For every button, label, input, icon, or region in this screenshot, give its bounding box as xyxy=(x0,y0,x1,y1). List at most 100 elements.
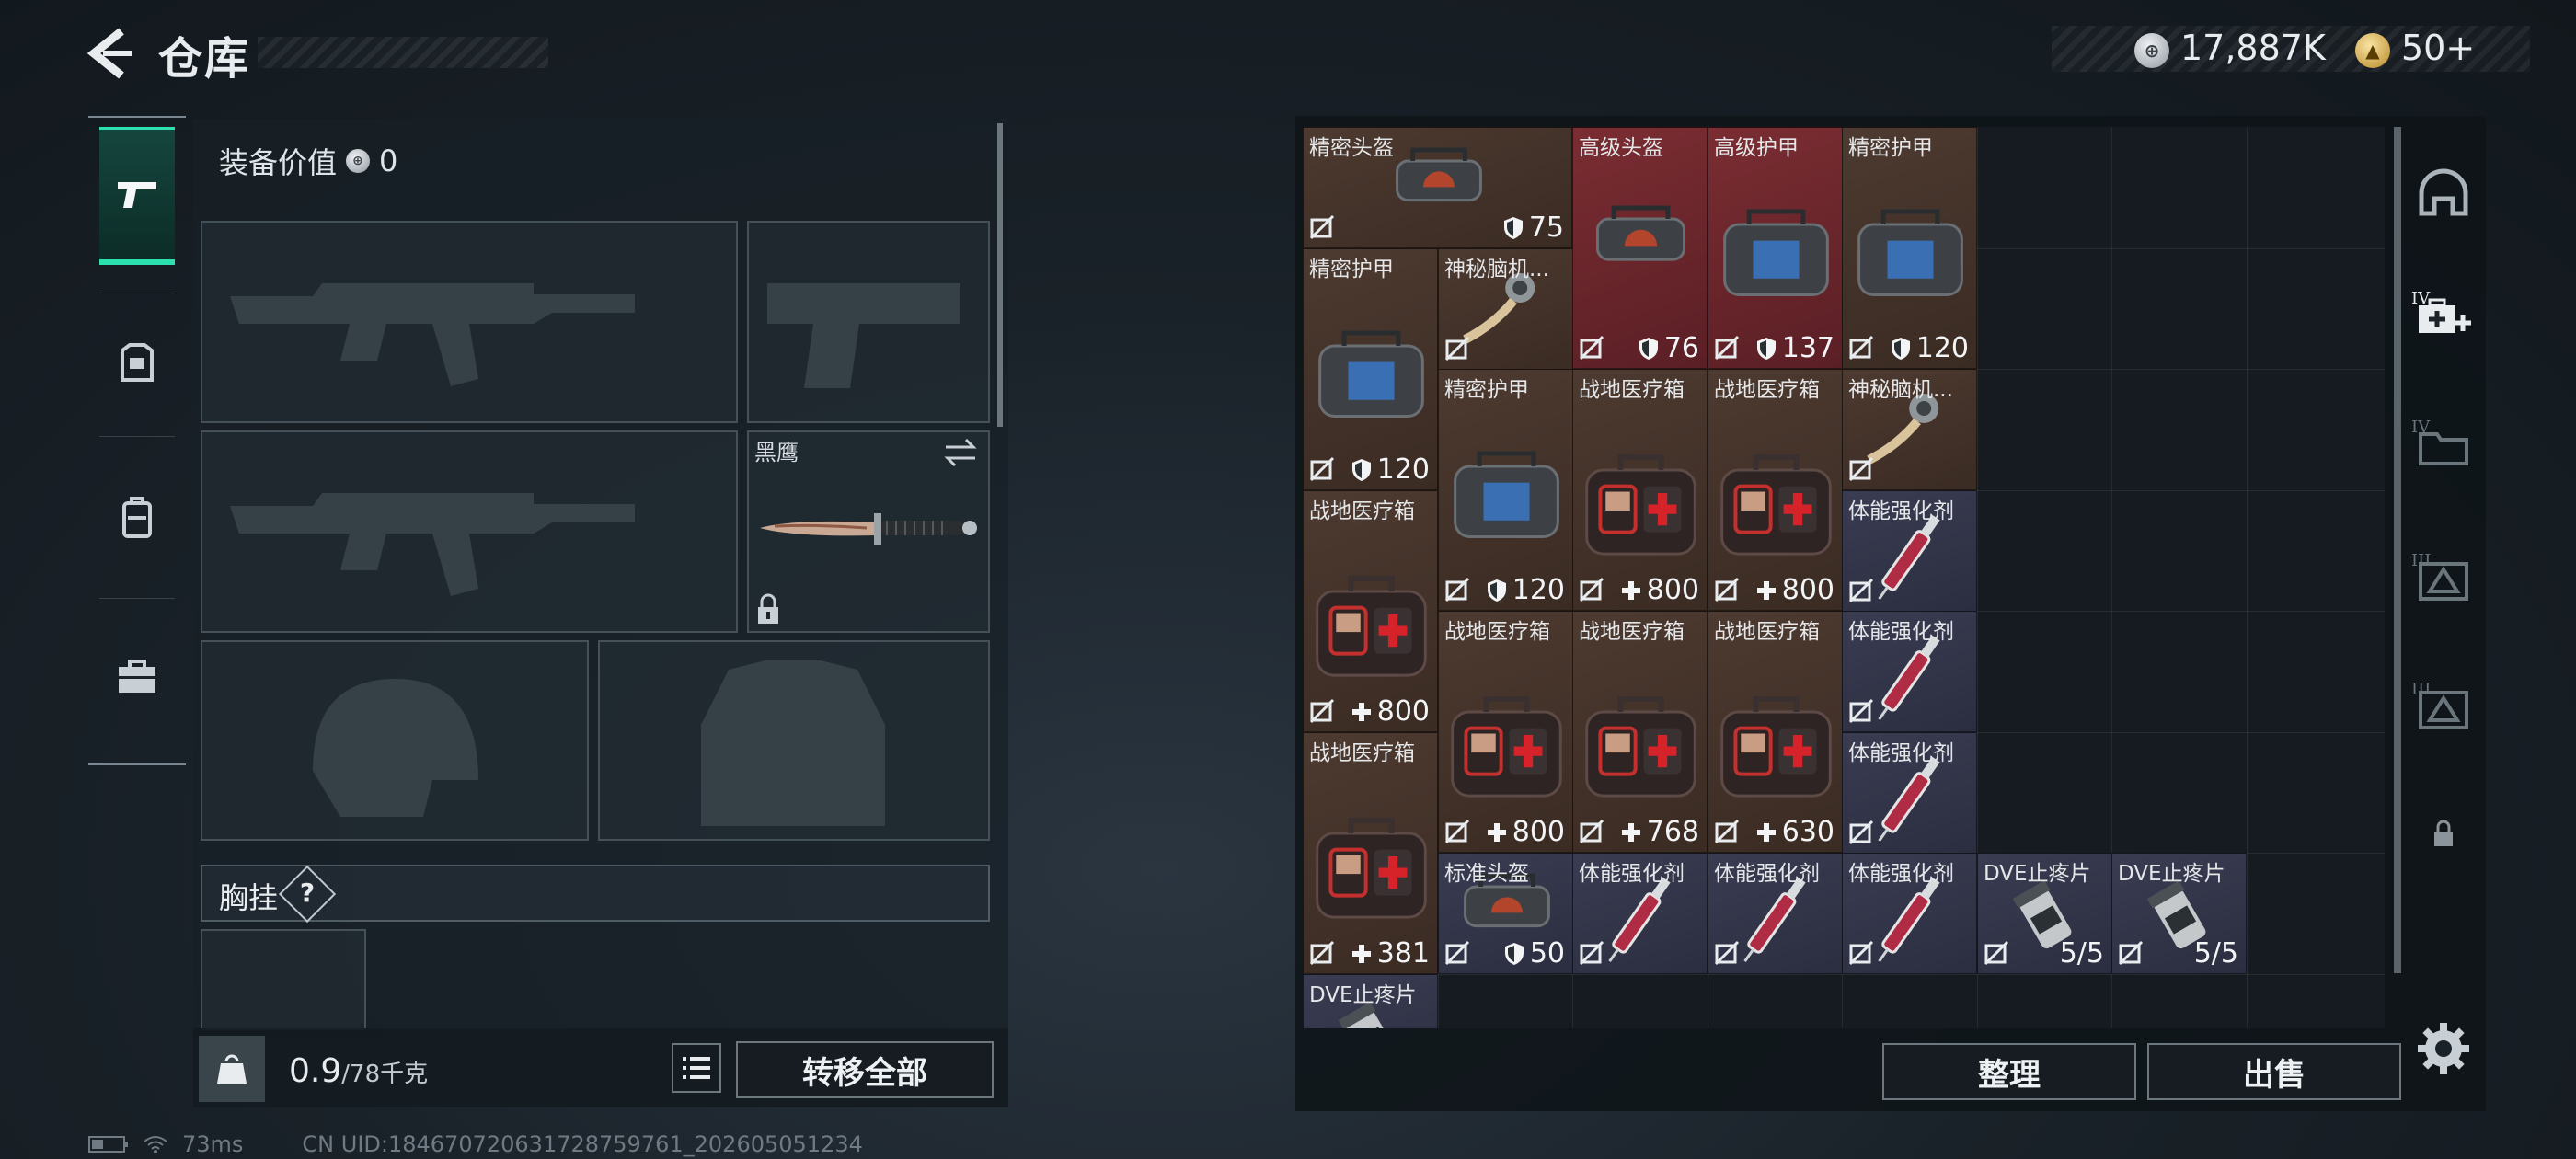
swap-icon[interactable] xyxy=(942,436,979,469)
storage-item[interactable]: DVE止疼片 5/5 xyxy=(2111,853,2247,974)
item-name: 体能强化剂 xyxy=(1848,741,1954,765)
item-value: 800 xyxy=(1621,574,1699,606)
pistol-icon xyxy=(118,181,156,208)
list-view-button[interactable] xyxy=(672,1043,721,1093)
folder-icon: IV xyxy=(2411,418,2468,465)
item-name: 精密护甲 xyxy=(1444,378,1529,402)
secondary-weapon-slot[interactable] xyxy=(747,221,990,423)
storage-item[interactable]: 体能强化剂 xyxy=(1572,853,1708,974)
storage-item[interactable]: 标准头盔 50 xyxy=(1438,853,1573,974)
weight-icon xyxy=(199,1036,265,1102)
helmet-slot[interactable] xyxy=(201,640,589,841)
storage-item[interactable]: 精密护甲 120 xyxy=(1303,248,1438,490)
transfer-all-button[interactable]: 转移全部 xyxy=(736,1041,994,1098)
item-value: 120 xyxy=(1487,574,1565,606)
storage-item[interactable]: 战地医疗箱 768 xyxy=(1572,611,1708,853)
tab-weapons[interactable] xyxy=(99,127,175,265)
storage-item[interactable]: 精密护甲 120 xyxy=(1842,127,1977,369)
storage-item[interactable]: 精密头盔 75 xyxy=(1303,127,1572,248)
item-value: 768 xyxy=(1621,816,1699,848)
heal-plus-icon xyxy=(1621,822,1640,842)
storage-item[interactable]: 战地医疗箱 800 xyxy=(1438,611,1573,853)
no-insure-icon xyxy=(1848,940,1874,966)
helmet-bag-icon xyxy=(1595,205,1686,261)
primary-weapon-slot-1[interactable] xyxy=(201,221,738,423)
item-value-text: 76 xyxy=(1663,332,1699,364)
storage-item[interactable]: 精密护甲 120 xyxy=(1438,369,1573,611)
rail-folder-button[interactable]: IV xyxy=(2407,405,2480,478)
no-insure-icon xyxy=(1714,577,1740,602)
rail-case-button-1[interactable]: III xyxy=(2407,538,2480,612)
item-value-text: 120 xyxy=(1512,574,1565,606)
medkit-icon xyxy=(1585,454,1696,556)
left-scrollbar[interactable] xyxy=(997,123,1003,427)
rail-locked-slot xyxy=(2407,797,2480,870)
tab-case[interactable] xyxy=(99,607,175,745)
back-arrow-icon[interactable] xyxy=(85,26,136,81)
armor-bag-icon xyxy=(1723,209,1829,297)
storage-item[interactable]: 体能强化剂 xyxy=(1842,732,1977,854)
equipment-value-label: 装备价值 xyxy=(219,145,338,180)
help-button[interactable]: ? xyxy=(287,872,328,912)
no-insure-icon xyxy=(1714,335,1740,361)
grid-line xyxy=(2247,127,2248,1028)
storage-item[interactable]: 战地医疗箱 381 xyxy=(1303,732,1438,974)
storage-item[interactable]: 战地医疗箱 800 xyxy=(1572,369,1708,611)
rail-helmet-button[interactable] xyxy=(2407,156,2480,230)
item-value: 5/5 xyxy=(2060,937,2104,970)
storage-item[interactable]: 体能强化剂 xyxy=(1842,853,1977,974)
title-decoration xyxy=(258,37,548,68)
helmet-silhouette-icon xyxy=(313,679,478,817)
silver-amount: 17,887K xyxy=(2180,28,2326,68)
armor-bag-icon xyxy=(1857,209,1963,297)
helmet-icon xyxy=(2419,168,2468,216)
rail-medkit-button[interactable]: IV xyxy=(2407,276,2480,350)
rifle-silhouette-icon xyxy=(230,493,635,596)
equipment-value: 装备价值 ⊕ 0 xyxy=(219,140,397,182)
triangle-case-icon: III xyxy=(2411,551,2468,601)
tab-armor[interactable] xyxy=(99,294,175,432)
no-insure-icon xyxy=(1579,577,1604,602)
item-value: 630 xyxy=(1756,816,1834,848)
item-name: 战地医疗箱 xyxy=(1309,741,1415,765)
settings-gear-icon[interactable] xyxy=(2416,1021,2471,1076)
armor-bag-icon xyxy=(1454,451,1559,539)
pistol-silhouette-icon xyxy=(767,283,960,388)
rifle-silhouette-icon xyxy=(230,283,635,386)
heal-plus-icon xyxy=(1487,822,1506,842)
sell-button[interactable]: 出售 xyxy=(2147,1043,2401,1100)
armor-slot[interactable] xyxy=(598,640,990,841)
sort-button[interactable]: 整理 xyxy=(1882,1043,2136,1100)
storage-item[interactable]: 体能强化剂 xyxy=(1842,611,1977,732)
storage-item[interactable]: 战地医疗箱 800 xyxy=(1708,369,1843,611)
rail-case-button-2[interactable]: III xyxy=(2407,667,2480,740)
storage-item[interactable]: 战地医疗箱 630 xyxy=(1708,611,1843,853)
chest-rig-slot[interactable] xyxy=(201,929,366,1030)
storage-item[interactable]: DVE止疼片 5/5 xyxy=(1977,853,2112,974)
no-insure-icon xyxy=(1714,819,1740,844)
item-value-text: 120 xyxy=(1915,332,1969,364)
storage-item[interactable]: 高级护甲 137 xyxy=(1708,127,1843,369)
storage-item[interactable]: 神秘脑机... xyxy=(1438,248,1573,370)
tab-backpack[interactable] xyxy=(99,449,175,587)
item-name: 精密护甲 xyxy=(1848,136,1933,160)
item-name: 高级头盔 xyxy=(1579,136,1663,160)
storage-item[interactable]: 高级头盔 76 xyxy=(1572,127,1708,369)
storage-item[interactable]: 体能强化剂 xyxy=(1842,490,1977,612)
item-value-text: 768 xyxy=(1646,816,1699,848)
storage-item[interactable]: 体能强化剂 xyxy=(1708,853,1843,974)
item-name: 神秘脑机... xyxy=(1444,258,1549,281)
right-scrollbar[interactable] xyxy=(2394,127,2401,973)
no-insure-icon xyxy=(1309,456,1335,482)
item-name: DVE止疼片 xyxy=(1984,862,2091,886)
item-name: 战地医疗箱 xyxy=(1714,378,1820,402)
no-insure-icon xyxy=(1714,940,1740,966)
item-value: 50 xyxy=(1504,937,1565,970)
no-insure-icon xyxy=(1444,940,1470,966)
storage-item[interactable]: DVE止疼片 xyxy=(1303,974,1438,1028)
storage-item[interactable]: 神秘脑机... xyxy=(1842,369,1977,490)
primary-weapon-slot-2[interactable] xyxy=(201,430,738,633)
item-name: 神秘脑机... xyxy=(1848,378,1953,402)
shield-icon xyxy=(1891,337,1910,360)
storage-item[interactable]: 战地医疗箱 800 xyxy=(1303,490,1438,732)
